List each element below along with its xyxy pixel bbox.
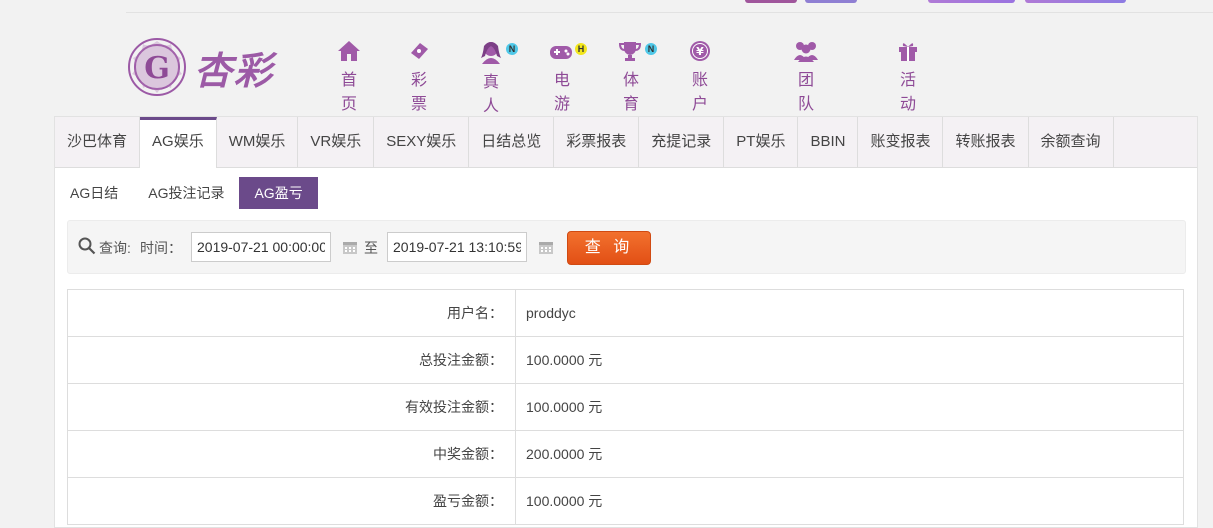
- tab-ag[interactable]: AG娱乐: [140, 117, 217, 168]
- top-button-4[interactable]: [1025, 0, 1126, 3]
- nav-lottery[interactable]: 彩票: [407, 40, 431, 114]
- tab-wm[interactable]: WM娱乐: [217, 117, 299, 167]
- subtab-ag-bets[interactable]: AG投注记录: [133, 177, 239, 209]
- nav-label: 体育: [622, 72, 639, 113]
- hot-badge: H: [575, 43, 587, 55]
- table-row: 有效投注金额： 100.0000 元: [67, 383, 1184, 431]
- tab-balance-query[interactable]: 余额查询: [1029, 117, 1114, 167]
- table-row: 总投注金额： 100.0000 元: [67, 336, 1184, 384]
- tab-vr[interactable]: VR娱乐: [298, 117, 375, 167]
- row-key: 盈亏金额：: [67, 477, 516, 525]
- profit-summary-table: 用户名： proddyc 总投注金额： 100.0000 元 有效投注金额： 1…: [67, 289, 1184, 525]
- nav-label: 首页: [340, 72, 357, 113]
- row-value: 100.0000 元: [515, 383, 1184, 431]
- yen-coin-icon: ¥: [690, 41, 710, 61]
- row-value: 100.0000 元: [515, 477, 1184, 525]
- nav-events[interactable]: 活动: [896, 40, 920, 114]
- live-dealer-icon: [481, 42, 501, 64]
- header-divider: [126, 12, 1213, 13]
- new-badge: N: [506, 43, 518, 55]
- tab-balance-change[interactable]: 账变报表: [858, 117, 944, 167]
- new-badge: N: [645, 43, 657, 55]
- svg-text:G: G: [144, 51, 170, 86]
- nav-label: 彩票: [410, 72, 427, 113]
- trophy-icon: [618, 42, 642, 61]
- row-key: 总投注金额：: [67, 336, 516, 384]
- report-tabs: 沙巴体育 AG娱乐 WM娱乐 VR娱乐 SEXY娱乐 日结总览 彩票报表 充提记…: [55, 117, 1197, 168]
- time-label: 时间：: [140, 240, 182, 256]
- subtab-ag-daily[interactable]: AG日结: [55, 177, 133, 209]
- row-value: 200.0000 元: [515, 430, 1184, 478]
- calendar-icon[interactable]: [538, 239, 554, 255]
- tab-transfer-report[interactable]: 转账报表: [943, 117, 1029, 167]
- row-key: 有效投注金额：: [67, 383, 516, 431]
- query-label: 查询:: [99, 240, 131, 256]
- table-row: 中奖金额： 200.0000 元: [67, 430, 1184, 478]
- top-button-3[interactable]: [928, 0, 1015, 3]
- tab-sexy[interactable]: SEXY娱乐: [374, 117, 470, 167]
- top-button-2[interactable]: [805, 0, 857, 3]
- start-time-input[interactable]: [191, 232, 331, 262]
- row-value: 100.0000 元: [515, 336, 1184, 384]
- nav-egames[interactable]: 电游 H: [548, 40, 587, 114]
- nav-label: 电游: [553, 72, 570, 113]
- gamepad-icon: [550, 46, 572, 59]
- end-time-input[interactable]: [387, 232, 527, 262]
- nav-label: 活动: [899, 72, 916, 113]
- site-logo[interactable]: G 杏彩: [126, 36, 274, 98]
- tab-deposit-withdraw[interactable]: 充提记录: [639, 117, 725, 167]
- nav-sports[interactable]: 体育 N: [617, 40, 657, 114]
- to-label: 至: [364, 240, 378, 256]
- table-row: 盈亏金额： 100.0000 元: [67, 477, 1184, 525]
- report-panel: 沙巴体育 AG娱乐 WM娱乐 VR娱乐 SEXY娱乐 日结总览 彩票报表 充提记…: [54, 116, 1198, 528]
- query-button[interactable]: 查 询: [567, 231, 651, 265]
- gift-icon: [899, 43, 917, 61]
- home-icon: [338, 41, 360, 61]
- row-key: 用户名：: [67, 289, 516, 337]
- team-icon: [794, 42, 818, 62]
- nav-home[interactable]: 首页: [337, 40, 361, 114]
- calendar-icon[interactable]: [342, 239, 358, 255]
- tab-bbin[interactable]: BBIN: [798, 117, 859, 167]
- logo-flower-icon: G: [128, 38, 186, 96]
- logo-text: 杏彩: [194, 47, 275, 93]
- ag-subtabs: AG日结 AG投注记录 AG盈亏: [55, 177, 318, 211]
- svg-text:¥: ¥: [696, 45, 704, 58]
- table-row: 用户名： proddyc: [67, 289, 1184, 337]
- query-bar: 查询: 时间： 至 查 询: [67, 220, 1186, 274]
- top-button-1[interactable]: [745, 0, 797, 3]
- tab-pt[interactable]: PT娱乐: [724, 117, 799, 167]
- tab-lottery-report[interactable]: 彩票报表: [554, 117, 640, 167]
- tab-daily-overview[interactable]: 日结总览: [469, 117, 555, 167]
- row-key: 中奖金额：: [67, 430, 516, 478]
- search-icon: [78, 237, 96, 255]
- tab-saba-sports[interactable]: 沙巴体育: [55, 117, 141, 167]
- subtab-ag-profit[interactable]: AG盈亏: [239, 177, 318, 209]
- row-value: proddyc: [515, 289, 1184, 337]
- ticket-icon: [411, 43, 428, 59]
- nav-live[interactable]: 真人 N: [477, 40, 518, 116]
- nav-label: 真人: [482, 74, 499, 115]
